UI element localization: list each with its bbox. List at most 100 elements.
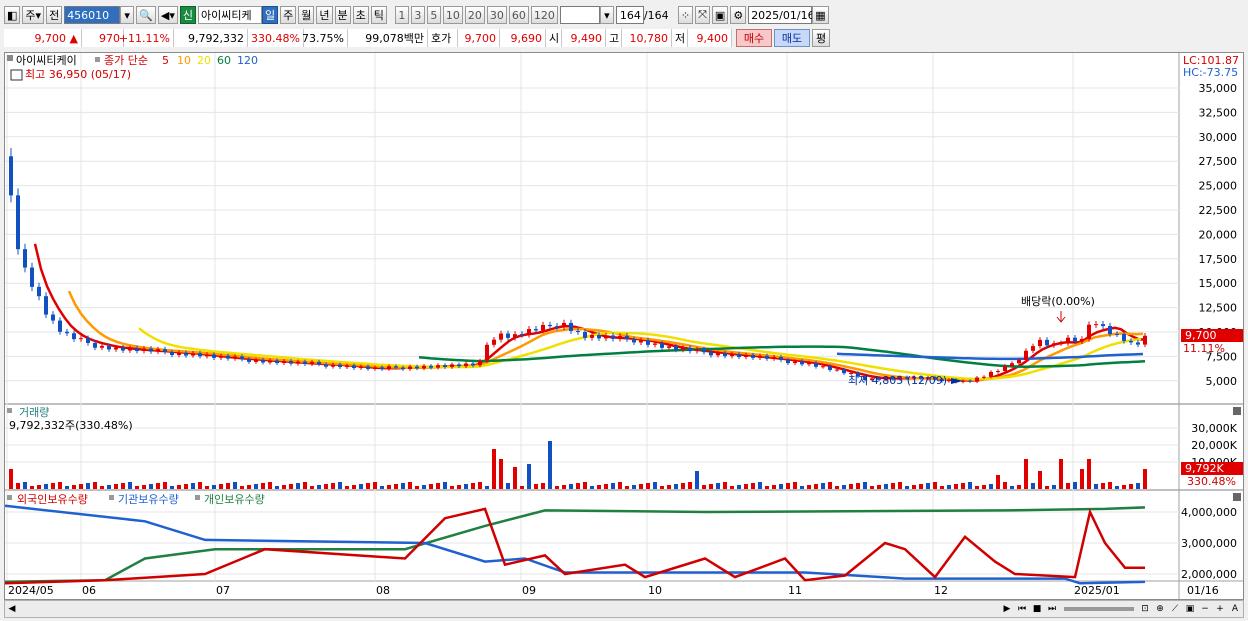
volume-bar bbox=[506, 483, 510, 489]
volume-bar bbox=[597, 485, 601, 489]
stock-code-input[interactable]: 456010 bbox=[64, 6, 121, 24]
chart-area[interactable]: 35,000 32,500 30,000 27,500 25,000 22,500 20,0… bbox=[4, 52, 1244, 600]
volume-bars bbox=[9, 441, 1147, 489]
candle-body bbox=[737, 354, 741, 358]
volume-bar bbox=[891, 483, 895, 489]
candle-body bbox=[233, 356, 237, 359]
calendar-icon[interactable] bbox=[10, 69, 23, 81]
legend-handle-icon[interactable] bbox=[95, 57, 100, 62]
interval-20[interactable]: 20 bbox=[464, 6, 485, 24]
eval-button[interactable]: 평 bbox=[812, 29, 830, 47]
candle-body bbox=[156, 349, 160, 352]
volume-bar bbox=[1038, 471, 1042, 489]
screenshot-icon[interactable]: ▣ bbox=[1183, 602, 1197, 616]
cross-icon[interactable]: ⁘ bbox=[677, 6, 694, 24]
volume-bar bbox=[471, 483, 475, 489]
interval-3[interactable]: 3 bbox=[410, 6, 425, 24]
period-tick[interactable]: 틱 bbox=[370, 6, 387, 24]
interval-dropdown-icon[interactable]: ▾ bbox=[599, 6, 614, 24]
volume-bar bbox=[611, 483, 615, 489]
candle-body bbox=[359, 366, 363, 369]
volume-bar bbox=[996, 475, 1000, 489]
volume-bar bbox=[485, 486, 489, 489]
lowest-price-note: 최저 4,805 (12/09) bbox=[848, 374, 947, 387]
scroll-last-icon[interactable]: ⏭ bbox=[1045, 602, 1059, 616]
date-input[interactable]: 2025/01/16 bbox=[748, 6, 815, 24]
candle-body bbox=[541, 324, 545, 331]
custom-interval-input[interactable] bbox=[559, 6, 600, 24]
chart-canvas[interactable]: 35,000 32,500 30,000 27,500 25,000 22,500 20,0… bbox=[5, 53, 1243, 599]
zoom-in-icon[interactable]: + bbox=[1213, 602, 1227, 616]
legend-handle-icon[interactable] bbox=[195, 495, 200, 500]
scroll-left-icon[interactable]: ◀ bbox=[5, 602, 19, 616]
volume-bar bbox=[1108, 482, 1112, 489]
volume-bar bbox=[555, 486, 559, 489]
speaker-icon[interactable]: ◀▾ bbox=[157, 6, 178, 24]
interval-120[interactable]: 120 bbox=[530, 6, 558, 24]
close-panel-icon[interactable] bbox=[1233, 407, 1241, 415]
volume-bar bbox=[716, 483, 720, 489]
count-input[interactable]: 164 bbox=[615, 6, 644, 24]
save-icon[interactable]: ▣ bbox=[711, 6, 729, 24]
stop-icon[interactable]: ■ bbox=[1030, 602, 1044, 616]
candle-body bbox=[478, 360, 482, 366]
scroll-first-icon[interactable]: ⏮ bbox=[1015, 602, 1029, 616]
interval-30[interactable]: 30 bbox=[486, 6, 507, 24]
volume-bar bbox=[856, 483, 860, 489]
candle-body bbox=[198, 353, 202, 357]
volume-bar bbox=[800, 486, 804, 489]
window-menu-icon[interactable]: ◧ bbox=[4, 6, 21, 24]
period-minute[interactable]: 분 bbox=[334, 6, 351, 24]
period-year[interactable]: 년 bbox=[316, 6, 333, 24]
chart-scrollbar[interactable]: ◀ ▶ ⏮ ■ ⏭ ⊡ ⊕ ⟋ ▣ − + A bbox=[4, 600, 1244, 618]
zoom-slider[interactable] bbox=[1064, 607, 1134, 611]
line-tool-icon[interactable]: ⟋ bbox=[1168, 602, 1182, 616]
period-day[interactable]: 일 bbox=[262, 6, 279, 24]
buy-button[interactable]: 매수 bbox=[736, 29, 772, 47]
volume-bar bbox=[163, 482, 167, 489]
code-dropdown-icon[interactable]: ▾ bbox=[120, 6, 135, 24]
candle-body bbox=[1122, 334, 1126, 341]
search-icon[interactable]: 🔍 bbox=[136, 6, 156, 24]
volume-bar bbox=[695, 471, 699, 489]
candle-body bbox=[814, 362, 818, 367]
volume-bar bbox=[261, 483, 265, 489]
scroll-right-icon[interactable]: ▶ bbox=[1000, 602, 1014, 616]
candle-body bbox=[422, 365, 426, 369]
calendar-icon[interactable]: ▦ bbox=[812, 6, 829, 24]
panel-handle-icon[interactable] bbox=[7, 495, 12, 500]
x-axis-label: 06 bbox=[82, 584, 96, 597]
interval-60[interactable]: 60 bbox=[508, 6, 529, 24]
close-panel-icon[interactable] bbox=[1233, 493, 1241, 501]
mode-select-2[interactable]: 전 bbox=[46, 6, 63, 24]
interval-10[interactable]: 10 bbox=[442, 6, 463, 24]
volume-bar bbox=[296, 483, 300, 489]
panel-handle-icon[interactable] bbox=[7, 408, 12, 413]
price-tick-label: 15,000 bbox=[1199, 277, 1238, 290]
settings-icon[interactable]: ⚙ bbox=[730, 6, 747, 24]
legend-handle-icon[interactable] bbox=[109, 495, 114, 500]
interval-1[interactable]: 1 bbox=[394, 6, 409, 24]
font-size-icon[interactable]: A bbox=[1228, 602, 1242, 616]
candle-body bbox=[765, 355, 769, 359]
draw-tool-icon[interactable]: ⊕ bbox=[1153, 602, 1167, 616]
interval-5[interactable]: 5 bbox=[426, 6, 441, 24]
candle-body bbox=[226, 355, 230, 359]
panel-handle-icon[interactable] bbox=[7, 55, 13, 61]
tool-icon[interactable]: ⤧ bbox=[695, 6, 710, 24]
zoom-out-icon[interactable]: − bbox=[1198, 602, 1212, 616]
volume-bar bbox=[58, 482, 62, 489]
bid-price: 9,690 bbox=[500, 29, 546, 47]
volume-bar bbox=[1080, 469, 1084, 489]
sell-button[interactable]: 매도 bbox=[774, 29, 810, 47]
candle-body bbox=[709, 352, 713, 356]
period-second[interactable]: 초 bbox=[352, 6, 369, 24]
volume-bar bbox=[100, 486, 104, 489]
candle-body bbox=[1059, 343, 1063, 345]
volume-bar bbox=[898, 482, 902, 489]
volume-bar bbox=[317, 485, 321, 489]
period-month[interactable]: 월 bbox=[298, 6, 315, 24]
chart-tool-icon[interactable]: ⊡ bbox=[1138, 602, 1152, 616]
period-week[interactable]: 주 bbox=[280, 6, 297, 24]
mode-select-1[interactable]: 주 ▾ bbox=[22, 6, 45, 24]
